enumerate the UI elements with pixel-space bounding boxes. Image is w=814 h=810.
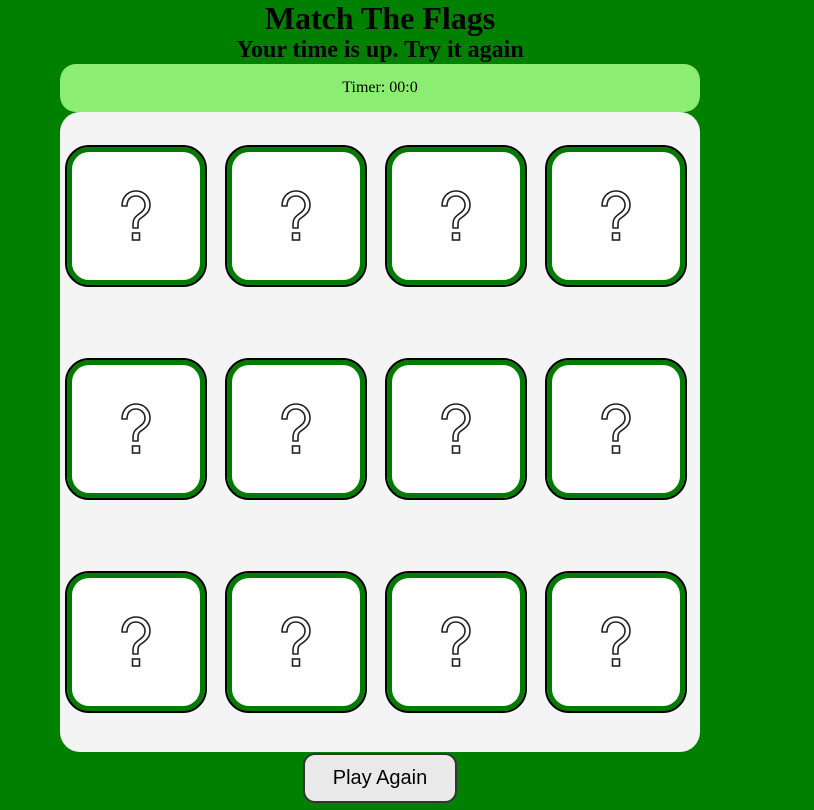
memory-card[interactable]	[385, 571, 527, 713]
question-mark-icon	[121, 403, 151, 454]
status-message: Your time is up. Try it again	[236, 37, 524, 63]
memory-card[interactable]	[225, 571, 367, 713]
question-mark-icon	[441, 190, 471, 241]
memory-card[interactable]	[65, 571, 207, 713]
memory-card[interactable]	[65, 145, 207, 287]
question-mark-icon	[601, 616, 631, 667]
question-mark-icon	[281, 403, 311, 454]
memory-card[interactable]	[225, 358, 367, 500]
memory-card[interactable]	[545, 571, 687, 713]
question-mark-icon	[441, 616, 471, 667]
play-again-button[interactable]: Play Again	[303, 753, 457, 803]
question-mark-icon	[121, 190, 151, 241]
timer-text: Timer: 00:0	[342, 79, 418, 96]
memory-card[interactable]	[385, 145, 527, 287]
memory-card[interactable]	[385, 358, 527, 500]
memory-card[interactable]	[545, 358, 687, 500]
question-mark-icon	[441, 403, 471, 454]
memory-card[interactable]	[65, 358, 207, 500]
memory-card[interactable]	[545, 145, 687, 287]
question-mark-icon	[601, 190, 631, 241]
timer-bar: Timer: 00:0	[60, 64, 700, 112]
game-board	[60, 112, 700, 752]
question-mark-icon	[281, 616, 311, 667]
question-mark-icon	[281, 190, 311, 241]
question-mark-icon	[121, 616, 151, 667]
page-title: Match The Flags	[264, 0, 496, 36]
memory-card[interactable]	[225, 145, 367, 287]
question-mark-icon	[601, 403, 631, 454]
